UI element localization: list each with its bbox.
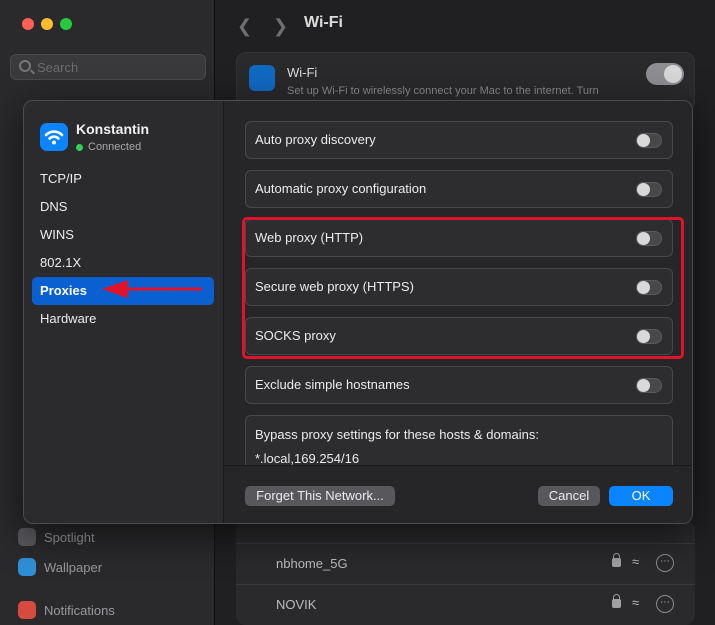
lock-icon <box>612 553 621 567</box>
wifi-card-description: Set up Wi-Fi to wirelessly connect your … <box>287 85 599 97</box>
lock-icon <box>612 594 621 608</box>
search-field[interactable]: Search <box>10 54 206 80</box>
notifications-icon <box>18 601 36 619</box>
sidebar-item-label: Wallpaper <box>44 559 103 575</box>
bypass-label: Bypass proxy settings for these hosts & … <box>255 427 539 442</box>
sidebar-item-wallpaper[interactable]: Wallpaper <box>18 557 102 577</box>
setting-row: Exclude simple hostnames <box>245 366 673 404</box>
bypass-hosts-field[interactable]: Bypass proxy settings for these hosts & … <box>245 415 673 466</box>
wifi-signal-icon: ≈ <box>632 554 640 569</box>
connection-status-label: Connected <box>88 141 142 153</box>
more-options-icon[interactable]: ⋯ <box>656 554 674 572</box>
annotation-highlight-box <box>242 217 684 359</box>
more-options-icon[interactable]: ⋯ <box>656 595 674 613</box>
network-name: NOVIK <box>276 597 317 612</box>
spotlight-icon <box>18 528 36 546</box>
sidebar-item-notifications[interactable]: Notifications <box>18 600 115 620</box>
wifi-signal-icon: ≈ <box>632 595 640 610</box>
wifi-icon <box>249 65 275 91</box>
network-details-dialog: Konstantin Connected TCP/IP DNS WINS 802… <box>23 100 693 524</box>
connected-dot-icon <box>76 143 83 151</box>
search-placeholder: Search <box>37 60 79 75</box>
setting-row: Auto proxy discovery <box>245 121 673 159</box>
network-row[interactable]: nbhome_5G ≈ ⋯ <box>236 543 695 583</box>
search-icon <box>19 60 31 72</box>
exclude-simple-hostnames-toggle[interactable] <box>636 378 662 393</box>
network-name: nbhome_5G <box>276 556 348 571</box>
auto-proxy-discovery-toggle[interactable] <box>636 133 662 148</box>
automatic-proxy-configuration-toggle[interactable] <box>636 182 662 197</box>
zoom-window-button[interactable] <box>60 18 72 30</box>
setting-row: Automatic proxy configuration <box>245 170 673 208</box>
setting-label: Automatic proxy configuration <box>255 181 427 196</box>
wifi-icon <box>40 123 68 151</box>
bypass-value[interactable]: *.local,169.254/16 <box>255 451 359 466</box>
network-row[interactable]: NOVIK ≈ ⋯ <box>236 584 695 624</box>
dialog-footer: Forget This Network... Cancel OK <box>224 465 692 523</box>
wifi-card-title: Wi-Fi <box>287 65 318 80</box>
dialog-sidebar-list: TCP/IP DNS WINS 802.1X Proxies Hardware <box>32 165 214 333</box>
sidebar-item-spotlight[interactable]: Spotlight <box>18 527 95 547</box>
proxies-panel: Auto proxy discovery Automatic proxy con… <box>224 101 692 523</box>
setting-label: Exclude simple hostnames <box>255 377 410 392</box>
forget-network-button[interactable]: Forget This Network... <box>245 486 395 506</box>
dialog-sidebar: Konstantin Connected TCP/IP DNS WINS 802… <box>24 101 224 523</box>
connection-status: Connected <box>76 141 141 153</box>
wallpaper-icon <box>18 558 36 576</box>
network-list: nbhome_5G ≈ ⋯ NOVIK ≈ ⋯ <box>236 520 695 625</box>
wifi-toggle[interactable] <box>646 63 684 85</box>
sidebar-item-tcpip[interactable]: TCP/IP <box>32 165 214 193</box>
sidebar-item-dns[interactable]: DNS <box>32 193 214 221</box>
setting-label: Auto proxy discovery <box>255 132 376 147</box>
sidebar-item-label: Spotlight <box>44 529 95 545</box>
sidebar-item-hardware[interactable]: Hardware <box>32 305 214 333</box>
forward-chevron-icon[interactable]: ❯ <box>273 16 288 37</box>
close-window-button[interactable] <box>22 18 34 30</box>
annotation-arrow-icon <box>102 280 202 298</box>
cancel-button[interactable]: Cancel <box>538 486 600 506</box>
sidebar-item-8021x[interactable]: 802.1X <box>32 249 214 277</box>
sidebar-item-wins[interactable]: WINS <box>32 221 214 249</box>
background-toolbar: ❮ ❯ <box>215 0 715 52</box>
back-chevron-icon[interactable]: ❮ <box>237 16 252 37</box>
minimize-window-button[interactable] <box>41 18 53 30</box>
sidebar-item-label: Notifications <box>44 602 115 618</box>
window-title: Wi-Fi <box>304 14 343 31</box>
ok-button[interactable]: OK <box>609 486 673 506</box>
network-name: Konstantin <box>76 121 150 137</box>
